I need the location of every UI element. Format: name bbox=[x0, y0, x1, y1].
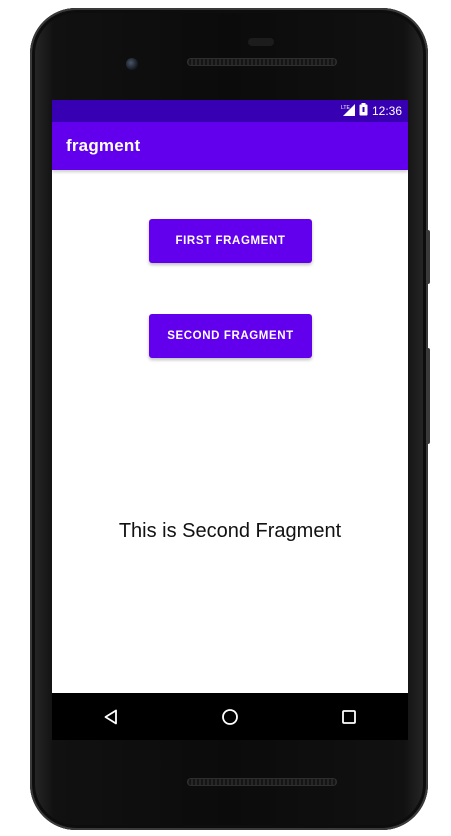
recents-button[interactable] bbox=[329, 697, 369, 737]
front-camera bbox=[126, 58, 138, 70]
volume-button bbox=[426, 348, 430, 444]
app-bar: fragment bbox=[52, 122, 408, 170]
recents-square-icon bbox=[341, 709, 356, 724]
battery-icon bbox=[359, 103, 368, 119]
app-title: fragment bbox=[66, 136, 141, 155]
navigation-bar bbox=[52, 693, 408, 740]
bottom-speaker bbox=[187, 778, 337, 786]
fragment-text: This is Second Fragment bbox=[118, 520, 342, 542]
power-button bbox=[426, 230, 430, 284]
second-fragment-button[interactable]: SECOND FRAGMENT bbox=[149, 314, 312, 358]
back-button[interactable] bbox=[91, 697, 131, 737]
status-bar: LTE 12:36 bbox=[52, 100, 408, 122]
top-speaker bbox=[187, 58, 337, 66]
svg-text:LTE: LTE bbox=[341, 105, 350, 111]
home-circle-icon bbox=[222, 708, 238, 725]
back-triangle-icon bbox=[104, 709, 118, 724]
first-fragment-button[interactable]: FIRST FRAGMENT bbox=[149, 219, 312, 263]
proximity-sensor bbox=[248, 38, 274, 46]
status-time: 12:36 bbox=[371, 104, 402, 118]
cell-signal-icon: LTE bbox=[341, 103, 355, 119]
home-button[interactable] bbox=[210, 697, 250, 737]
app-screen: LTE 12:36 fragment FIRST FRAGMENT SECOND… bbox=[52, 100, 408, 740]
